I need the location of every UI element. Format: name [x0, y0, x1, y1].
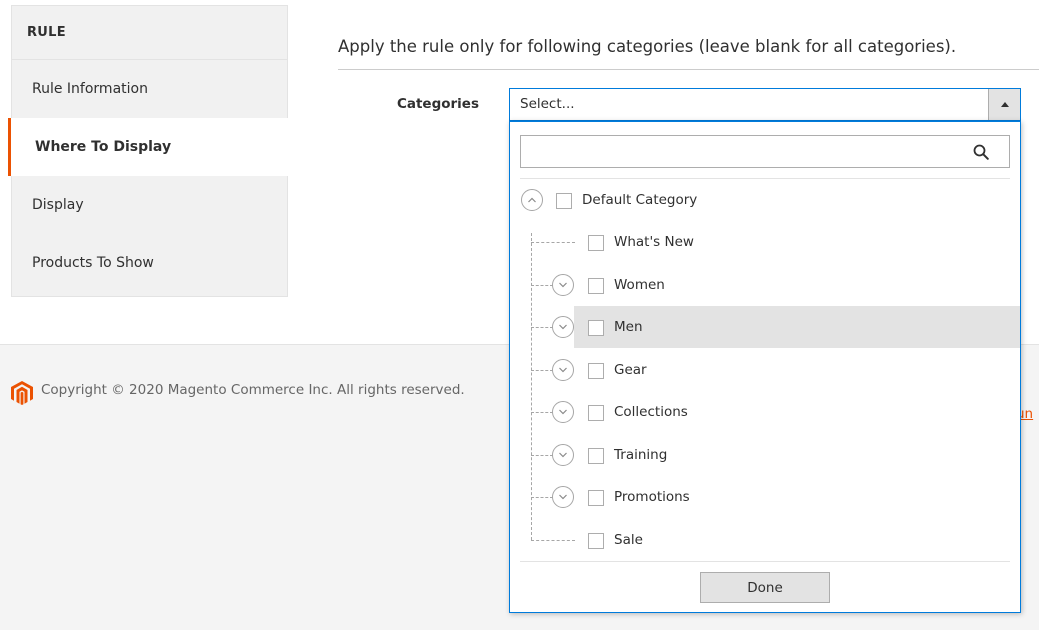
tree-item-gear[interactable]: Gear — [510, 349, 1020, 391]
categories-label: Categories — [396, 96, 479, 112]
chevron-down-icon — [559, 282, 567, 288]
checkbox[interactable] — [588, 490, 604, 506]
tree-item-label: Men — [614, 319, 643, 335]
tree-connector — [531, 540, 575, 541]
tree-item-label: Collections — [614, 404, 688, 420]
chevron-down-icon — [559, 367, 567, 373]
categories-select[interactable]: Select... — [509, 88, 1021, 121]
tree-item-sale[interactable]: Sale — [510, 519, 1020, 561]
tree-item-collections[interactable]: Collections — [510, 391, 1020, 433]
tree-connector — [531, 412, 553, 413]
categories-select-toggle[interactable] — [988, 89, 1020, 120]
sidebar-item-display[interactable]: Display — [12, 176, 287, 234]
magento-logo-icon — [11, 381, 33, 405]
category-tree: Default Category What's New Women Men Ge… — [510, 179, 1020, 561]
tree-item-label: Training — [614, 447, 668, 463]
tree-item-men[interactable]: Men — [510, 306, 1020, 348]
chevron-down-icon — [559, 409, 567, 415]
category-search-input[interactable] — [521, 136, 1009, 167]
sidebar-item-where-to-display[interactable]: Where To Display — [8, 118, 289, 176]
tree-item-label: Promotions — [614, 489, 690, 505]
chevron-up-icon — [528, 197, 536, 203]
tree-item-promotions[interactable]: Promotions — [510, 476, 1020, 518]
checkbox[interactable] — [588, 363, 604, 379]
expand-toggle[interactable] — [552, 316, 574, 338]
tree-item-label: Sale — [614, 532, 643, 548]
checkbox[interactable] — [588, 448, 604, 464]
tree-item-whats-new[interactable]: What's New — [510, 221, 1020, 263]
tree-item-label: Women — [614, 277, 665, 293]
expand-toggle[interactable] — [552, 486, 574, 508]
chevron-down-icon — [559, 452, 567, 458]
expand-toggle[interactable] — [552, 401, 574, 423]
tree-connector — [531, 285, 553, 286]
sidebar-item-products-to-show[interactable]: Products To Show — [12, 234, 287, 296]
chevron-down-icon — [559, 494, 567, 500]
sidebar-item-rule-information[interactable]: Rule Information — [12, 60, 287, 118]
checkbox[interactable] — [588, 235, 604, 251]
search-icon[interactable] — [973, 144, 989, 160]
expand-toggle[interactable] — [552, 359, 574, 381]
tree-item-label: Default Category — [582, 192, 698, 208]
section-divider — [338, 69, 1039, 70]
expand-toggle[interactable] — [552, 274, 574, 296]
tree-item-training[interactable]: Training — [510, 434, 1020, 476]
category-search-field[interactable] — [520, 135, 1010, 168]
tree-connector — [531, 242, 575, 243]
expand-toggle[interactable] — [552, 444, 574, 466]
tree-item-label: Gear — [614, 362, 647, 378]
section-title: Apply the rule only for following catego… — [338, 37, 957, 56]
checkbox[interactable] — [556, 193, 572, 209]
tree-item-default-category[interactable]: Default Category — [510, 179, 1020, 221]
sidebar: RULE Rule Information Where To Display D… — [8, 5, 289, 297]
categories-dropdown: Default Category What's New Women Men Ge… — [509, 121, 1021, 613]
collapse-toggle[interactable] — [521, 189, 543, 211]
dropdown-divider-bottom — [520, 561, 1010, 562]
tree-connector — [531, 327, 553, 328]
tree-connector — [531, 370, 553, 371]
chevron-down-icon — [559, 324, 567, 330]
tree-item-women[interactable]: Women — [510, 264, 1020, 306]
checkbox[interactable] — [588, 320, 604, 336]
categories-select-value: Select... — [520, 96, 575, 112]
done-button[interactable]: Done — [700, 572, 830, 603]
checkbox[interactable] — [588, 278, 604, 294]
tree-connector — [531, 497, 553, 498]
tree-connector — [531, 455, 553, 456]
checkbox[interactable] — [588, 405, 604, 421]
checkbox[interactable] — [588, 533, 604, 549]
caret-up-icon — [1000, 102, 1009, 107]
footer-copyright: Copyright © 2020 Magento Commerce Inc. A… — [41, 382, 465, 398]
tree-item-label: What's New — [614, 234, 694, 250]
sidebar-title: RULE — [12, 6, 287, 60]
